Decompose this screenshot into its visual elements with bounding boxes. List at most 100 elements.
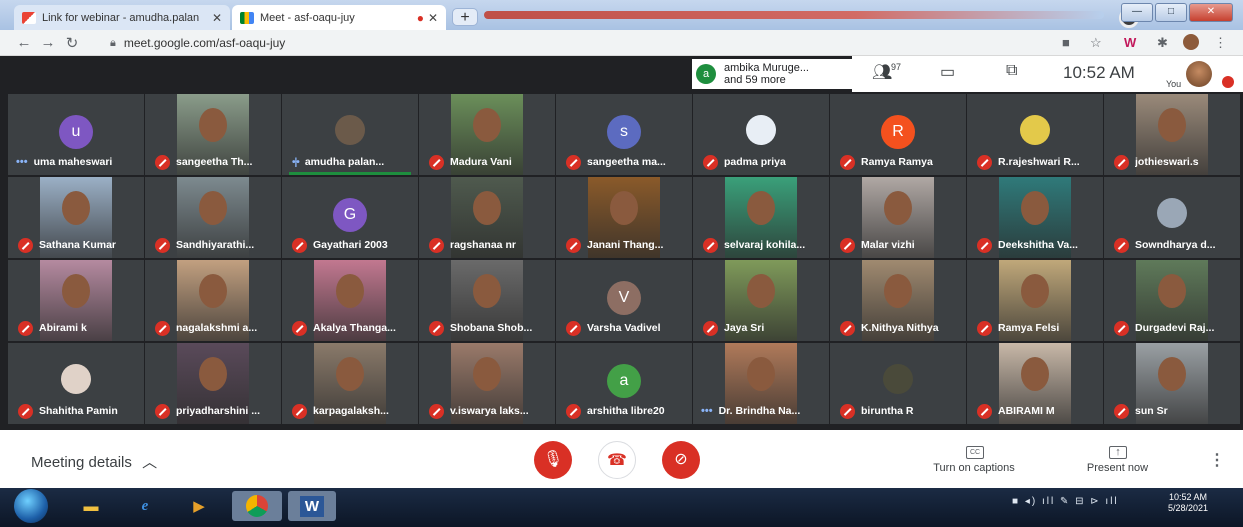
participant-tile[interactable]: K.Nithya Nithya <box>830 260 966 341</box>
participant-tile[interactable]: Shahitha Pamin <box>8 343 144 424</box>
taskbar-clock[interactable]: 10:52 AM 5/28/2021 <box>1168 492 1208 514</box>
meeting-clock: 10:52 AM <box>1063 63 1135 82</box>
participant-name: Shobana Shob... <box>450 322 533 334</box>
participant-profile-picture <box>61 364 91 394</box>
present-icon[interactable]: ↑ <box>1109 446 1127 459</box>
participant-name: Shahitha Pamin <box>39 405 118 417</box>
participant-tile[interactable]: jothieswari.s <box>1104 94 1240 175</box>
participant-tile[interactable]: ABIRAMI M <box>967 343 1103 424</box>
participant-tile[interactable]: selvaraj kohila... <box>693 177 829 258</box>
participant-tile[interactable]: Akalya Thanga... <box>282 260 418 341</box>
participant-tile[interactable]: sangeetha Th... <box>145 94 281 175</box>
new-tab-button[interactable]: + <box>452 8 478 26</box>
forward-icon[interactable]: → <box>36 34 60 51</box>
chrome-taskbar-icon[interactable] <box>232 491 282 521</box>
participant-name: jothieswari.s <box>1135 156 1199 168</box>
camera-off-button[interactable]: ⊘ <box>662 441 700 479</box>
file-explorer-icon[interactable]: ▬ <box>74 491 108 521</box>
puzzle-icon[interactable]: ✱ <box>1157 35 1168 51</box>
system-tray-icons[interactable]: ■ ◂) ıll ✎ ⊟ ⊳ ıll <box>1012 496 1119 507</box>
participant-label: Ramya Ramya <box>830 153 966 171</box>
lock-icon: 🔒︎ <box>110 36 116 49</box>
face-silhouette <box>1158 357 1186 391</box>
participant-tile[interactable]: nagalakshmi a... <box>145 260 281 341</box>
participant-tile[interactable]: R Ramya Ramya <box>830 94 966 175</box>
participant-tile[interactable]: V Varsha Vadivel <box>556 260 692 341</box>
participants-icon[interactable]: 👥︎ <box>872 62 892 82</box>
more-options-icon[interactable]: ⋮ <box>1209 450 1225 470</box>
minimize-button[interactable]: — <box>1121 3 1153 22</box>
participant-label: R.rajeshwari R... <box>967 153 1103 171</box>
participant-tile[interactable]: •|• amudha palan... <box>282 94 418 175</box>
start-button[interactable] <box>14 489 48 523</box>
participant-tile[interactable]: Shobana Shob... <box>419 260 555 341</box>
menu-kebab-icon[interactable]: ⋮ <box>1214 35 1227 51</box>
participant-tile[interactable]: Deekshitha Va... <box>967 177 1103 258</box>
participant-name: Jaya Sri <box>724 322 765 334</box>
participant-tile[interactable]: Sathana Kumar <box>8 177 144 258</box>
account-avatar[interactable] <box>1183 34 1199 50</box>
camera-icon[interactable]: ■ <box>1062 35 1070 50</box>
maximize-button[interactable]: □ <box>1155 3 1187 22</box>
participant-tile[interactable]: karpagalaksh... <box>282 343 418 424</box>
participant-tile[interactable]: Madura Vani <box>419 94 555 175</box>
participant-tile[interactable]: biruntha R <box>830 343 966 424</box>
face-silhouette <box>884 274 912 308</box>
face-silhouette <box>199 357 227 391</box>
participant-tile[interactable]: Durgadevi Raj... <box>1104 260 1240 341</box>
participant-name: ABIRAMI M <box>998 405 1055 417</box>
participant-tile[interactable]: R.rajeshwari R... <box>967 94 1103 175</box>
participant-profile-picture <box>883 364 913 394</box>
media-player-icon[interactable]: ▶ <box>182 491 216 521</box>
participant-tile[interactable]: Malar vizhi <box>830 177 966 258</box>
activities-icon[interactable]: ⧉ <box>1006 62 1017 80</box>
word-taskbar-icon[interactable]: W <box>288 491 336 521</box>
mic-muted-icon <box>1114 154 1129 170</box>
close-window-button[interactable]: ✕ <box>1189 3 1233 22</box>
tab-gmail[interactable]: Link for webinar - amudha.palan ✕ <box>14 5 230 30</box>
participant-tile[interactable]: Janani Thang... <box>556 177 692 258</box>
close-tab-icon[interactable]: ✕ <box>212 11 222 25</box>
chat-icon[interactable]: ▭ <box>940 62 955 82</box>
participant-name: Dr. Brindha Na... <box>718 405 801 417</box>
participant-label: jothieswari.s <box>1104 153 1240 171</box>
extension-icon[interactable]: W <box>1124 35 1136 50</box>
meeting-details-button[interactable]: Meeting details ︿ <box>31 451 157 472</box>
participant-tile[interactable]: padma priya <box>693 94 829 175</box>
captions-icon[interactable]: CC <box>966 446 984 459</box>
internet-explorer-icon[interactable]: e <box>128 491 162 521</box>
microphone-off-button[interactable]: 🎙︎ <box>534 441 572 479</box>
participant-tile[interactable]: ••• Dr. Brindha Na... <box>693 343 829 424</box>
close-tab-icon[interactable]: ✕ <box>428 11 438 25</box>
face-silhouette <box>747 274 775 308</box>
captions-label[interactable]: Turn on captions <box>924 462 1024 474</box>
reload-icon[interactable]: ↻ <box>60 34 84 52</box>
presenter-indicator[interactable]: a ambika Muruge... and 59 more <box>692 59 852 89</box>
leave-call-button[interactable]: ☎︎ <box>598 441 636 479</box>
participant-name: Sowndharya d... <box>1135 239 1216 251</box>
participant-tile[interactable]: ragshanaa nr <box>419 177 555 258</box>
url-field[interactable]: 🔒︎ meet.google.com/asf-oaqu-juy <box>110 33 1050 53</box>
participant-profile-picture <box>746 115 776 145</box>
participant-tile[interactable]: Jaya Sri <box>693 260 829 341</box>
participant-tile[interactable]: Sowndharya d... <box>1104 177 1240 258</box>
participant-tile[interactable]: G Gayathari 2003 <box>282 177 418 258</box>
participant-tile[interactable]: sun Sr <box>1104 343 1240 424</box>
participant-tile[interactable]: Sandhiyarathi... <box>145 177 281 258</box>
participant-tile[interactable]: s sangeetha ma... <box>556 94 692 175</box>
participant-grid: u ••• uma maheswari sangeetha Th... •|• amudh… <box>8 94 1240 426</box>
participant-tile[interactable]: a arshitha libre20 <box>556 343 692 424</box>
present-label[interactable]: Present now <box>1070 462 1165 474</box>
back-icon[interactable]: ← <box>12 34 36 51</box>
participant-tile[interactable]: Abirami k <box>8 260 144 341</box>
participant-tile[interactable]: u ••• uma maheswari <box>8 94 144 175</box>
participant-tile[interactable]: v.iswarya laks... <box>419 343 555 424</box>
participant-label: priyadharshini ... <box>145 402 281 420</box>
address-bar: ← → ↻ 🔒︎ meet.google.com/asf-oaqu-juy ■ … <box>0 30 1243 56</box>
tab-meet[interactable]: Meet - asf-oaqu-juy ● ✕ <box>232 5 446 30</box>
participant-tile[interactable]: Ramya Felsi <box>967 260 1103 341</box>
mic-muted-icon <box>977 237 992 253</box>
participant-tile[interactable]: priyadharshini ... <box>145 343 281 424</box>
bookmark-star-icon[interactable]: ☆ <box>1090 35 1102 51</box>
presenter-avatar: a <box>696 64 716 84</box>
